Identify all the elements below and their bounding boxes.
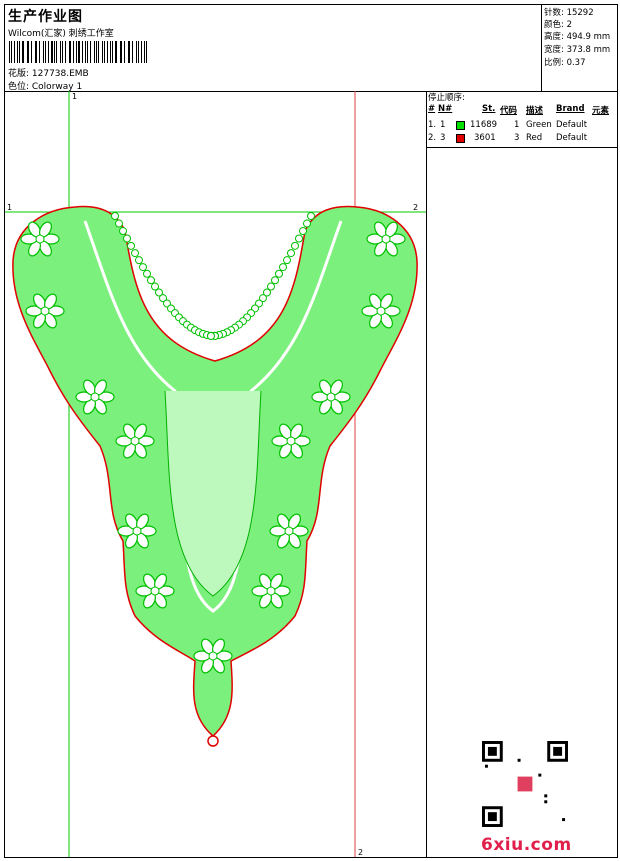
- bead-icon: [303, 219, 311, 228]
- stat-scale: 比例: 0.37: [544, 58, 586, 68]
- row-desc: Green: [526, 120, 552, 130]
- stat-stitches: 针数: 15292: [544, 8, 594, 18]
- row-stitches: 3601: [474, 133, 496, 143]
- design-file: 花版: 127738.EMB: [8, 69, 89, 79]
- bead-icon: [307, 212, 315, 220]
- row-index: 1.: [428, 120, 437, 130]
- col-header-brand: Brand: [556, 104, 585, 114]
- bead-icon: [143, 269, 151, 278]
- stats-panel: 针数: 15292 颜色: 2 高度: 494.9 mm 宽度: 373.8 m…: [541, 5, 618, 91]
- embroidery-preview: 1 1 2 2: [5, 91, 426, 857]
- sheet-title: 生产作业图: [8, 9, 83, 25]
- col-header-needle: N#: [438, 104, 453, 114]
- row-desc: Red: [526, 133, 543, 143]
- table-row: 1. 1 11689 1 Green Default: [426, 120, 617, 132]
- bead-icon: [271, 276, 279, 285]
- barcode: [9, 41, 149, 63]
- marker-right-2: 2: [413, 203, 418, 212]
- stop-sequence-heading: 停止顺序:: [428, 93, 465, 103]
- stat-width: 宽度: 373.8 mm: [544, 45, 611, 55]
- col-header-index: #: [428, 104, 436, 114]
- bead-icon: [295, 234, 303, 243]
- col-header-code: 代码: [500, 106, 518, 116]
- site-watermark: 6xiu.com: [481, 835, 572, 855]
- row-stitches: 11689: [470, 120, 498, 130]
- qr-code: [482, 741, 568, 827]
- marker-left-1: 1: [7, 203, 12, 212]
- bead-icon: [147, 276, 155, 285]
- production-sheet: 生产作业图 Wilcom(汇家) 刺绣工作室 花版: 127738.EMB 色位…: [4, 4, 618, 858]
- row-code: 1: [514, 120, 520, 130]
- sheet-subtitle: Wilcom(汇家) 刺绣工作室: [8, 29, 114, 39]
- bead-icon: [131, 249, 139, 258]
- col-header-stitches: St.: [482, 104, 496, 114]
- neckline-embroidery: [12, 205, 418, 747]
- stop-sequence-table: 停止顺序: # N# St. 代码 描述 Brand 元素 1. 1 11689…: [426, 91, 617, 148]
- color-swatch-green: [456, 121, 465, 130]
- bead-icon: [279, 263, 287, 272]
- bead-icon: [119, 227, 127, 236]
- table-row: 2. 3 3601 3 Red Default: [426, 133, 617, 145]
- bead-icon: [135, 256, 143, 265]
- row-brand: Default: [556, 133, 588, 143]
- stat-colors: 颜色: 2: [544, 20, 572, 30]
- bead-icon: [207, 332, 215, 340]
- bead-icon: [115, 219, 123, 228]
- bead-icon: [287, 249, 295, 258]
- marker-top-1: 1: [72, 92, 77, 101]
- row-index: 2.: [428, 133, 437, 143]
- bead-icon: [127, 241, 135, 250]
- bead-icon: [123, 234, 131, 243]
- col-header-desc: 描述: [526, 106, 544, 116]
- row-needle: 3: [440, 133, 446, 143]
- bead-icon: [299, 227, 307, 236]
- row-code: 3: [514, 133, 520, 143]
- row-brand: Default: [556, 120, 588, 130]
- bead-icon: [283, 256, 291, 265]
- bead-icon: [291, 241, 299, 250]
- bead-icon: [139, 263, 147, 272]
- color-swatch-red: [456, 134, 465, 143]
- marker-bottom-2: 2: [358, 848, 363, 857]
- col-header-element: 元素: [592, 106, 610, 116]
- bead-icon: [111, 212, 119, 220]
- design-canvas: 1 1 2 2: [5, 91, 427, 857]
- header: 生产作业图 Wilcom(汇家) 刺绣工作室 花版: 127738.EMB 色位…: [5, 5, 617, 92]
- stat-height: 高度: 494.9 mm: [544, 32, 611, 42]
- pendant-loop: [207, 735, 219, 747]
- row-needle: 1: [440, 120, 446, 130]
- bead-icon: [275, 269, 283, 278]
